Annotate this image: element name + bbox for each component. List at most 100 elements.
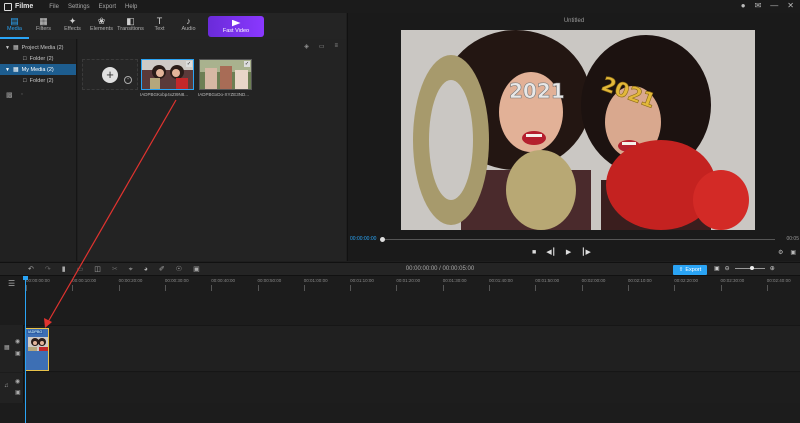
effects-icon: ✦: [68, 16, 77, 26]
scrub-track[interactable]: [381, 239, 775, 240]
tab-audio[interactable]: ♪ Audio: [174, 13, 203, 39]
ruler-tick-label: 00:01:00:00: [303, 278, 328, 291]
preview-end-time: 00:05: [786, 236, 799, 242]
edit-tools: ↶ ↷ ▮ ▭ ◫ ✂ ⌖ ◕ ✐ ☉ ▣: [28, 266, 200, 274]
sort-icon[interactable]: ≡: [334, 43, 338, 50]
volume-icon[interactable]: ◉: [15, 378, 20, 385]
track-menu-icon[interactable]: ☰: [0, 276, 24, 293]
text-icon: T: [156, 16, 163, 26]
preview-video-frame: 2021 2021: [401, 30, 755, 230]
timeline-video-clip[interactable]: IADPBG: [25, 328, 49, 371]
delete-folder-icon[interactable]: ▫: [21, 91, 23, 99]
timeline-time-display: 00:00:00:00 / 00:00:05:00: [405, 266, 475, 272]
paste-icon[interactable]: ▭: [77, 266, 84, 274]
media-clip-thumbnail[interactable]: ✓: [199, 59, 252, 90]
tab-label: Audio: [181, 26, 196, 32]
menu-export[interactable]: Export: [99, 4, 116, 10]
audio-track[interactable]: [24, 373, 800, 403]
elements-icon: ❀: [97, 16, 106, 26]
ruler-tick-label: 00:00:50:00: [257, 278, 282, 291]
snap-icon[interactable]: ▣: [714, 265, 720, 272]
step-forward-icon[interactable]: ┃▶: [581, 248, 591, 256]
tab-media[interactable]: ▤ Media: [0, 13, 29, 39]
caret-down-icon[interactable]: ▼: [5, 45, 10, 51]
play-icon[interactable]: ▶: [566, 248, 571, 256]
settings-icon[interactable]: ⚙: [778, 249, 783, 256]
tree-item-label: Project Media (2): [21, 44, 64, 51]
menu-bar: File Settings Export Help: [49, 4, 137, 10]
tab-filters[interactable]: ▦ Filters: [29, 13, 58, 39]
add-folder-icon[interactable]: ▩: [6, 91, 13, 99]
scrub-handle[interactable]: [380, 237, 385, 242]
layers-icon[interactable]: ◈: [304, 43, 309, 50]
cut-icon[interactable]: ✂: [112, 266, 118, 274]
menu-settings[interactable]: Settings: [68, 4, 90, 10]
export-button[interactable]: ⇧ Export: [673, 265, 707, 275]
timeline-playhead[interactable]: [23, 276, 28, 423]
tab-label: Transitions: [117, 26, 144, 32]
tab-label: Text: [154, 26, 165, 32]
tree-item-project-folder[interactable]: □ Folder (2): [0, 53, 76, 64]
ruler-tick-label: 00:02:10:00: [627, 278, 652, 291]
lock-icon[interactable]: ▣: [15, 389, 21, 396]
ruler-tick-label: 00:00:00:00: [26, 278, 50, 291]
folder-open-icon[interactable]: ▭: [319, 43, 325, 50]
tree-item-project-media[interactable]: ▼ ▦ Project Media (2): [0, 42, 76, 53]
tree-item-label: Folder (2): [29, 77, 54, 84]
ruler-tick-label: 00:00:20:00: [118, 278, 143, 291]
feature-tabs: ▤ Media ▦ Filters ✦ Effects ❀ Elements ◧…: [0, 13, 346, 39]
step-back-icon[interactable]: ◀┃: [546, 248, 556, 256]
user-icon[interactable]: ●: [741, 2, 746, 10]
stop-icon[interactable]: ■: [532, 249, 536, 256]
caret-down-icon[interactable]: ▼: [5, 67, 10, 73]
title-bar: Filme File Settings Export Help ● ✉ — ✕: [0, 0, 800, 13]
fast-video-button[interactable]: Fast Video: [208, 16, 264, 37]
tab-effects[interactable]: ✦ Effects: [58, 13, 87, 39]
tree-item-label: My Media (2): [21, 66, 54, 73]
mail-icon[interactable]: ✉: [755, 2, 762, 10]
tab-label: Effects: [64, 26, 81, 32]
timeline-tracks: ▦ ◉ ▣ IADPBG ♫ ◉ ▣: [0, 293, 800, 423]
tree-item-my-media[interactable]: ▼ ▦ My Media (2): [0, 64, 76, 75]
add-icon[interactable]: +: [102, 66, 118, 83]
media-library-tree: ▼ ▦ Project Media (2) □ Folder (2) ▼ ▦ M…: [0, 39, 77, 261]
close-icon[interactable]: ✕: [787, 2, 794, 10]
tab-transitions[interactable]: ◧ Transitions: [116, 13, 145, 39]
microphone-icon[interactable]: ☉: [176, 266, 182, 274]
media-icon: ▤: [10, 16, 19, 26]
import-media-tile[interactable]: +: [82, 59, 138, 90]
ruler-tick-label: 00:01:10:00: [350, 278, 374, 291]
ruler-tick-label: 00:01:20:00: [396, 278, 421, 291]
zoom-out-icon[interactable]: -: [124, 76, 132, 84]
menu-file[interactable]: File: [49, 4, 59, 10]
brush-icon[interactable]: ✐: [159, 266, 165, 274]
tree-item-my-folder[interactable]: □ Folder (2): [0, 75, 76, 86]
preview-scrubber[interactable]: 00:00:00:00 00:05: [348, 234, 800, 242]
ruler-tick-label: 00:01:30:00: [442, 278, 467, 291]
crop-icon[interactable]: ⌖: [129, 266, 133, 274]
video-track[interactable]: IADPBG: [24, 325, 800, 372]
video-track-icon: ▦: [4, 345, 10, 351]
media-clip-thumbnail[interactable]: ✓: [141, 59, 194, 90]
redo-icon[interactable]: ↷: [45, 266, 51, 274]
timeline-zoom-slider[interactable]: [734, 266, 765, 270]
lock-icon[interactable]: ▣: [15, 350, 21, 357]
check-icon: ✓: [186, 61, 192, 67]
zoom-in-icon[interactable]: ⊕: [770, 265, 775, 272]
undo-icon[interactable]: ↶: [28, 266, 34, 274]
record-icon[interactable]: ▣: [193, 266, 200, 274]
delete-icon[interactable]: ◫: [94, 266, 101, 274]
tab-text[interactable]: T Text: [145, 13, 174, 39]
copy-icon[interactable]: ▮: [62, 266, 66, 274]
tab-elements[interactable]: ❀ Elements: [87, 13, 116, 39]
zoom-out-icon[interactable]: ⊖: [725, 265, 730, 272]
fullscreen-icon[interactable]: ▣: [790, 249, 796, 256]
eye-icon[interactable]: ◉: [15, 338, 20, 345]
svg-text:2021: 2021: [509, 79, 565, 103]
timeline-ruler[interactable]: 00:00:00:00 00:00:10:00 00:00:20:00 00:00:3…: [24, 276, 800, 293]
tab-label: Elements: [90, 26, 113, 32]
speed-icon[interactable]: ◕: [144, 266, 148, 274]
audio-track-header: ♫ ◉ ▣: [0, 373, 24, 403]
menu-help[interactable]: Help: [125, 4, 137, 10]
minimize-icon[interactable]: —: [770, 2, 778, 10]
